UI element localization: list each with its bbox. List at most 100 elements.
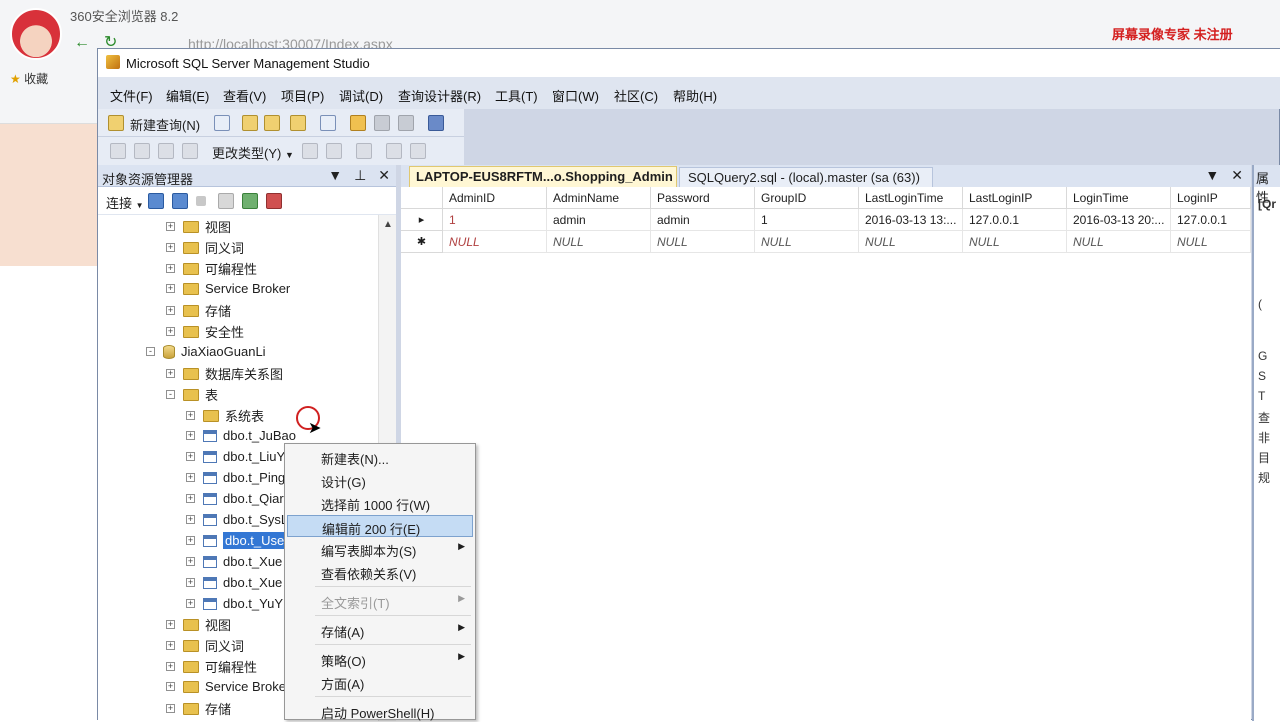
expand-icon[interactable]: +	[166, 284, 175, 294]
expand-icon[interactable]: +	[166, 682, 175, 692]
execute-icon[interactable]	[302, 143, 318, 159]
expand-icon[interactable]: +	[166, 369, 175, 378]
tree-node-table[interactable]: + dbo.t_Qiar	[186, 490, 284, 510]
expand-icon[interactable]: +	[186, 411, 195, 420]
tree-node-security[interactable]: + 安全性	[166, 322, 244, 342]
sql-pane-icon[interactable]	[110, 143, 126, 159]
tree-node-synonyms[interactable]: + 同义词	[166, 238, 244, 258]
tree-node-table[interactable]: + dbo.t_Xue	[186, 553, 282, 573]
tree-node-table[interactable]: + dbo.t_JuBao	[186, 427, 296, 447]
tree-node-views[interactable]: + 视图	[166, 217, 231, 237]
menu-item-design[interactable]: 设计(G)	[287, 469, 473, 491]
tree-node-views[interactable]: + 视图	[166, 615, 231, 635]
chevron-up-icon[interactable]: ▲	[383, 219, 393, 230]
tab-sql-query[interactable]: SQLQuery2.sql - (local).master (sa (63))	[679, 167, 933, 187]
expand-icon[interactable]: +	[166, 222, 175, 231]
analysis-query-icon[interactable]	[264, 115, 280, 131]
tree-node-diagrams[interactable]: + 数据库关系图	[166, 364, 283, 384]
expand-icon[interactable]: +	[186, 494, 195, 504]
grid-pane-icon[interactable]	[134, 143, 150, 159]
expand-icon[interactable]: +	[186, 599, 195, 609]
tree-node-table[interactable]: + dbo.t_YuY	[186, 595, 283, 615]
grid-cell-null[interactable]: NULL	[651, 231, 755, 253]
column-header[interactable]: AdminName	[547, 187, 651, 209]
document-icon[interactable]	[214, 115, 230, 131]
expand-icon[interactable]: +	[166, 641, 175, 650]
tab-list-dropdown-icon[interactable]: ▼	[1205, 167, 1219, 183]
print-icon[interactable]	[398, 115, 414, 131]
grid-cell[interactable]: 2016-03-13 20:...	[1067, 209, 1171, 231]
activity-icon[interactable]	[266, 193, 282, 209]
grid-cell[interactable]: 1	[443, 209, 547, 231]
user-avatar[interactable]	[10, 8, 62, 60]
menu-item-script-table[interactable]: 编写表脚本为(S) ▶	[287, 538, 473, 560]
tree-node-synonyms[interactable]: + 同义词	[166, 636, 244, 656]
tree-node-table[interactable]: + dbo.t_Ping	[186, 469, 285, 489]
tree-node-table[interactable]: + dbo.t_LiuY	[186, 448, 285, 468]
collapse-icon[interactable]: -	[146, 347, 155, 357]
menu-item-new-table[interactable]: 新建表(N)...	[287, 446, 473, 468]
grid-cell-null[interactable]: NULL	[547, 231, 651, 253]
expand-icon[interactable]: +	[186, 431, 195, 441]
new-query-icon[interactable]	[108, 115, 124, 131]
grid-cell-null[interactable]: NULL	[1067, 231, 1171, 253]
file-icon[interactable]	[320, 115, 336, 131]
open-folder-icon[interactable]	[350, 115, 366, 131]
tab-edit-table[interactable]: LAPTOP-EUS8RFTM...o.Shopping_Admin	[409, 166, 677, 187]
tree-node-service-broker[interactable]: + Service Broke	[166, 678, 286, 698]
tree-node-table-selected[interactable]: + dbo.t_Use	[186, 532, 287, 552]
tree-node-storage[interactable]: + 存储	[166, 301, 231, 321]
menu-item-facets[interactable]: 方面(A)	[287, 671, 473, 693]
grid-cell[interactable]: 2016-03-13 13:...	[859, 209, 963, 231]
db-query-icon[interactable]	[242, 115, 258, 131]
column-header[interactable]: Password	[651, 187, 755, 209]
menu-edit[interactable]: 编辑(E)	[166, 86, 209, 105]
expand-icon[interactable]: +	[166, 264, 175, 273]
tree-node-storage[interactable]: + 存储	[166, 699, 231, 719]
verify-sql-icon[interactable]	[326, 143, 342, 159]
expand-icon[interactable]: +	[166, 306, 175, 315]
favorites-button[interactable]: ★ 收藏	[10, 70, 48, 87]
menu-help[interactable]: 帮助(H)	[673, 86, 717, 105]
expand-icon[interactable]: +	[186, 578, 195, 588]
expand-icon[interactable]: +	[186, 515, 195, 525]
column-header[interactable]: LastLoginIP	[963, 187, 1067, 209]
collapse-icon[interactable]: -	[166, 390, 175, 399]
tree-node-service-broker[interactable]: + Service Broker	[166, 280, 290, 300]
expand-icon[interactable]: +	[166, 704, 175, 713]
new-derived-table-icon[interactable]	[410, 143, 426, 159]
column-header[interactable]: LoginTime	[1067, 187, 1171, 209]
add-table-icon[interactable]	[386, 143, 402, 159]
save-icon[interactable]	[374, 115, 390, 131]
grid-cell-null[interactable]: NULL	[963, 231, 1067, 253]
menu-item-view-dependencies[interactable]: 查看依赖关系(V)	[287, 561, 473, 583]
new-query-button[interactable]: 新建查询(N)	[130, 115, 200, 134]
grid-cell[interactable]: admin	[651, 209, 755, 231]
expand-icon[interactable]: +	[166, 327, 175, 336]
expand-icon[interactable]: +	[186, 473, 195, 483]
results-pane-icon[interactable]	[182, 143, 198, 159]
grid-cell-null[interactable]: NULL	[443, 231, 547, 253]
menu-item-select-top[interactable]: 选择前 1000 行(W)	[287, 492, 473, 514]
menu-item-policies[interactable]: 策略(O) ▶	[287, 648, 473, 670]
expand-icon[interactable]: +	[186, 536, 195, 546]
grid-cell[interactable]: admin	[547, 209, 651, 231]
refresh-icon[interactable]	[242, 193, 258, 209]
grid-cell-null[interactable]: NULL	[755, 231, 859, 253]
expand-icon[interactable]: +	[166, 243, 175, 252]
row-selector-current[interactable]: ▸	[401, 209, 443, 231]
tree-node-table[interactable]: + dbo.t_Xue	[186, 574, 282, 594]
menu-file[interactable]: 文件(F)	[110, 86, 153, 105]
expand-icon[interactable]: +	[166, 662, 175, 671]
tree-node-table[interactable]: + dbo.t_SysL	[186, 511, 288, 531]
column-header[interactable]: AdminID	[443, 187, 547, 209]
dropdown-icon[interactable]: ▼	[328, 167, 342, 183]
tree-node-database[interactable]: - JiaXiaoGuanLi	[146, 343, 266, 363]
column-header[interactable]: GroupID	[755, 187, 859, 209]
tree-node-system-tables[interactable]: + 系统表	[186, 406, 264, 426]
menu-project[interactable]: 项目(P)	[281, 86, 324, 105]
change-type-dropdown[interactable]: 更改类型(Y) ▼	[212, 143, 294, 162]
tree-node-programmability[interactable]: + 可编程性	[166, 657, 257, 677]
column-header[interactable]: LastLoginTime	[859, 187, 963, 209]
criteria-pane-icon[interactable]	[158, 143, 174, 159]
